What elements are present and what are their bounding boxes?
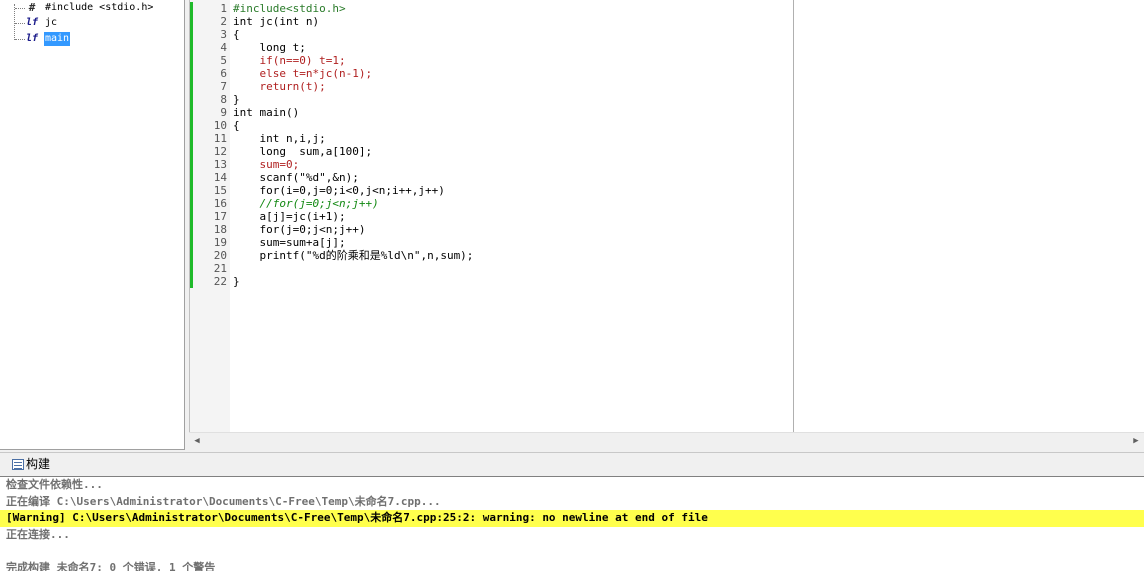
- build-output-line[interactable]: 完成构建 未命名7: 0 个错误, 1 个警告: [0, 560, 1144, 571]
- code-line[interactable]: if(n==0) t=1;: [233, 54, 793, 67]
- line-number: 13: [213, 158, 227, 171]
- code-line[interactable]: return(t);: [233, 80, 793, 93]
- code-line[interactable]: [233, 262, 793, 275]
- code-line[interactable]: }: [233, 93, 793, 106]
- build-tab-label: 构建: [26, 457, 51, 471]
- line-number: 20: [213, 249, 227, 262]
- code-area[interactable]: #include<stdio.h> int jc(int n){ long t; …: [233, 2, 793, 288]
- code-line[interactable]: {: [233, 119, 793, 132]
- tree-branch-line: [15, 23, 25, 24]
- code-line[interactable]: for(j=0;j<n;j++): [233, 223, 793, 236]
- scroll-right-arrow-icon[interactable]: ▶: [1128, 433, 1144, 449]
- code-line[interactable]: {: [233, 28, 793, 41]
- code-line[interactable]: else t=n*jc(n-1);: [233, 67, 793, 80]
- line-number: 4: [220, 41, 227, 54]
- tree-item-label: #include <stdio.h>: [45, 2, 154, 13]
- line-number: 9: [220, 106, 227, 119]
- tree-branch-line: [15, 39, 25, 40]
- scroll-left-arrow-icon[interactable]: ◀: [189, 433, 205, 449]
- line-number: 21: [213, 262, 227, 275]
- build-output-line[interactable]: [0, 543, 1144, 560]
- line-number: 17: [213, 210, 227, 223]
- code-line[interactable]: #include<stdio.h>: [233, 2, 793, 15]
- code-line[interactable]: }: [233, 275, 793, 288]
- code-line[interactable]: long sum,a[100];: [233, 145, 793, 158]
- tree-item-include[interactable]: # #include <stdio.h>: [0, 1, 180, 15]
- build-output-icon: [12, 459, 24, 470]
- line-number: 2: [220, 15, 227, 28]
- build-tab[interactable]: 构建: [6, 455, 50, 473]
- code-line[interactable]: for(i=0,j=0;i<0,j<n;i++,j++): [233, 184, 793, 197]
- tree-item-jc[interactable]: lf jc: [0, 16, 180, 30]
- code-line[interactable]: printf("%d的阶乘和是%ld\n",n,sum);: [233, 249, 793, 262]
- code-line[interactable]: int main(): [233, 106, 793, 119]
- code-line[interactable]: //for(j=0;j<n;j++): [233, 197, 793, 210]
- tree-item-label: main: [44, 32, 71, 46]
- line-number: 16: [213, 197, 227, 210]
- line-number: 18: [213, 223, 227, 236]
- tree-item-main[interactable]: lf main: [0, 32, 180, 46]
- function-icon: lf: [25, 17, 39, 28]
- line-number: 3: [220, 28, 227, 41]
- function-icon: lf: [25, 33, 39, 44]
- right-margin-guide: [793, 0, 794, 432]
- line-number: 12: [213, 145, 227, 158]
- line-number: 7: [220, 80, 227, 93]
- line-number: 14: [213, 171, 227, 184]
- build-output-panel[interactable]: 检查文件依赖性... 正在编译 C:\Users\Administrator\Do…: [0, 476, 1144, 571]
- code-line[interactable]: int jc(int n): [233, 15, 793, 28]
- line-number: 15: [213, 184, 227, 197]
- line-numbers: 1 2 3 4 5 6 7 8 9 10 11 12 13 14 15 16 17 18 19 20 21 22: [190, 2, 227, 288]
- hash-include-icon: #: [28, 1, 36, 14]
- code-line[interactable]: long t;: [233, 41, 793, 54]
- line-number: 1: [220, 2, 227, 15]
- tree-item-label: jc: [45, 17, 58, 28]
- code-line[interactable]: sum=0;: [233, 158, 793, 171]
- build-output-line[interactable]: 正在连接...: [0, 527, 1144, 544]
- line-number: 22: [213, 275, 227, 288]
- code-line[interactable]: int n,i,j;: [233, 132, 793, 145]
- code-editor[interactable]: 1 2 3 4 5 6 7 8 9 10 11 12 13 14 15 16 17 18 19 20 21 22 #inc…: [189, 0, 1144, 432]
- line-number: 10: [213, 119, 227, 132]
- build-warning-line[interactable]: [Warning] C:\Users\Administrator\Documen…: [0, 510, 1144, 527]
- symbol-tree-panel[interactable]: # #include <stdio.h> lf jc lf main: [0, 0, 185, 450]
- line-number: 5: [220, 54, 227, 67]
- line-number: 11: [213, 132, 227, 145]
- editor-gutter: 1 2 3 4 5 6 7 8 9 10 11 12 13 14 15 16 17 18 19 20 21 22: [190, 0, 230, 432]
- line-number: 19: [213, 236, 227, 249]
- line-number: 6: [220, 67, 227, 80]
- editor-horizontal-scrollbar[interactable]: ◀ ▶: [189, 432, 1144, 448]
- tree-branch-line: [15, 8, 25, 9]
- line-number: 8: [220, 93, 227, 106]
- build-panel-header: 构建: [0, 452, 1144, 474]
- build-output-line[interactable]: 正在编译 C:\Users\Administrator\Documents\C-…: [0, 494, 1144, 511]
- code-line[interactable]: a[j]=jc(i+1);: [233, 210, 793, 223]
- code-line[interactable]: scanf("%d",&n);: [233, 171, 793, 184]
- build-output-line[interactable]: 检查文件依赖性...: [0, 477, 1144, 494]
- code-line[interactable]: sum=sum+a[j];: [233, 236, 793, 249]
